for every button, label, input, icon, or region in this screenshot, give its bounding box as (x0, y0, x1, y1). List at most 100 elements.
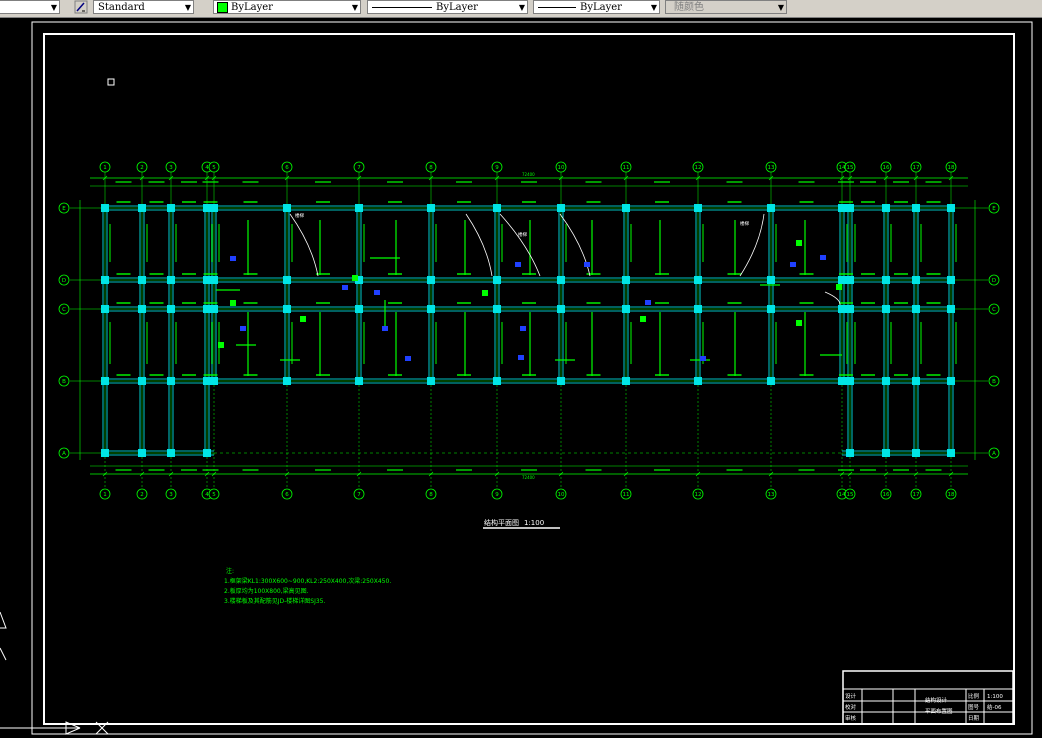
dim-text-mark (148, 181, 165, 183)
opening-mark (520, 326, 526, 331)
opening-mark (342, 285, 348, 290)
plot-style-dropdown[interactable]: 随颜色 ▼ (665, 0, 787, 14)
beam-label-mark (109, 224, 111, 262)
column (846, 305, 854, 313)
column (283, 204, 291, 212)
beam-label-mark (388, 273, 402, 275)
color-swatch-icon (217, 2, 228, 13)
grid-label: 13 (768, 492, 775, 498)
linetype-dropdown[interactable]: ByLayer ▼ (367, 0, 528, 14)
grid-label: 9 (495, 492, 499, 498)
beam-label-mark (839, 201, 853, 203)
stair-line (824, 291, 841, 306)
beam-label-mark (839, 374, 853, 376)
text-style-value: Standard (98, 2, 145, 13)
dim-text-mark (315, 181, 331, 183)
beam-label-mark (457, 302, 471, 304)
grid-label: 2 (140, 492, 144, 498)
column (210, 377, 218, 385)
opening-mark (645, 300, 651, 305)
beam-label-mark (839, 273, 853, 275)
detail-mark (352, 275, 358, 281)
model-space-canvas[interactable]: 7240072400112233445566778899101011111212… (0, 17, 1042, 738)
grid-label: 1 (103, 165, 107, 171)
dim-text-mark (148, 469, 165, 471)
tb-row-3: 审核 (845, 714, 857, 722)
beam-label-mark (116, 302, 131, 304)
grid-label: 17 (913, 492, 920, 498)
lineweight-dropdown[interactable]: ByLayer ▼ (533, 0, 660, 14)
detail-mark (218, 342, 224, 348)
prev-style-dropdown[interactable]: ▼ (0, 0, 60, 14)
beam-label-mark (861, 273, 875, 275)
beam-label-mark (116, 201, 131, 203)
dim-text-mark (893, 181, 909, 183)
tb-row-1: 设计 (845, 692, 857, 700)
plan-scale: 1:100 (524, 519, 544, 527)
column (138, 204, 146, 212)
column (767, 305, 775, 313)
tb-project-2: 平面布置图 (925, 707, 953, 715)
column (767, 276, 775, 284)
grid-label: 12 (695, 165, 702, 171)
column (622, 377, 630, 385)
column (846, 276, 854, 284)
column (101, 377, 109, 385)
dim-text-mark (521, 469, 537, 471)
column (167, 204, 175, 212)
grid-label: 2 (140, 165, 144, 171)
column (882, 305, 890, 313)
chevron-down-icon: ▼ (777, 3, 784, 12)
column (947, 449, 955, 457)
dim-text-mark (456, 181, 472, 183)
beam-label-mark (116, 273, 131, 275)
tb-sheet-value: 结-06 (987, 703, 1002, 711)
column (101, 449, 109, 457)
opening-mark (230, 256, 236, 261)
beam-label-mark (565, 322, 567, 364)
column (846, 449, 854, 457)
grid-label: 16 (883, 165, 890, 171)
stair-line (465, 213, 493, 277)
column (838, 377, 846, 385)
column (912, 305, 920, 313)
beam-label-mark (457, 374, 471, 376)
beam-label-mark (894, 273, 908, 275)
beam-label-mark (894, 302, 908, 304)
column (947, 305, 955, 313)
grid-label: 10 (558, 165, 565, 171)
grid-label: 3 (169, 165, 173, 171)
text-style-dropdown[interactable]: Standard ▼ (93, 0, 194, 14)
detail-mark (796, 240, 802, 246)
beam-label-mark (388, 302, 402, 304)
beam-label-mark (149, 201, 164, 203)
chevron-down-icon: ▼ (351, 3, 358, 12)
beam-label-mark (182, 273, 196, 275)
plan-title: 结构平面图 (484, 518, 519, 527)
stair-label: 楼梯 (518, 231, 527, 238)
column (767, 204, 775, 212)
beam-label-mark (109, 322, 111, 364)
column (622, 305, 630, 313)
column (838, 305, 846, 313)
column (557, 377, 565, 385)
detail-mark (796, 320, 802, 326)
detail-mark (640, 316, 646, 322)
grid-label: 11 (623, 492, 630, 498)
grid-label: 10 (558, 492, 565, 498)
column (101, 204, 109, 212)
color-dropdown[interactable]: ByLayer ▼ (213, 0, 361, 14)
beam-label-mark (203, 374, 218, 376)
column (210, 276, 218, 284)
opening-mark (405, 356, 411, 361)
beam-label-mark (175, 224, 177, 262)
grid-label: 1 (103, 492, 107, 498)
column (838, 204, 846, 212)
column (203, 204, 211, 212)
beam-label-mark (182, 374, 196, 376)
beam-label-mark (861, 201, 875, 203)
opening-mark (518, 355, 524, 360)
text-style-icon[interactable] (74, 0, 88, 14)
floor-plan: 7240072400112233445566778899101011111212… (58, 161, 1000, 500)
column (557, 305, 565, 313)
